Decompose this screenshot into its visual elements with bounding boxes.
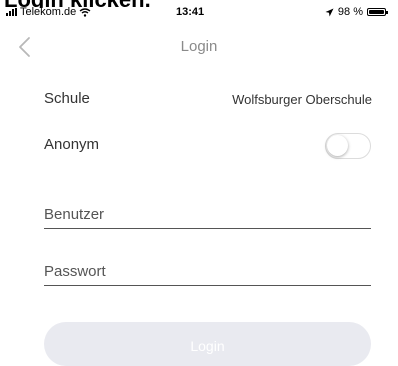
school-value[interactable]: Wolfsburger Oberschule [232,92,372,107]
anonymous-label: Anonym [44,136,100,153]
wifi-icon [79,7,91,17]
username-field[interactable] [44,202,371,229]
anonymous-toggle[interactable] [325,133,371,159]
status-bar: Telekom.de 13:41 98 % [0,4,398,22]
page-title: Login [180,38,218,55]
nav-bar: Login [0,30,398,64]
toggle-knob [327,135,348,156]
carrier-label: Telekom.de [20,6,77,18]
battery-fill [369,10,384,14]
location-arrow-icon [325,8,334,16]
login-button[interactable]: Login [44,322,371,366]
password-field[interactable] [44,259,371,286]
password-input[interactable] [44,259,371,280]
clock: 13:41 [176,6,205,18]
username-input[interactable] [44,202,371,223]
battery-icon [367,8,388,16]
battery-percent: 98 % [337,6,363,18]
school-label: Schule [44,90,90,107]
status-right: 98 % [325,6,388,18]
status-left: Telekom.de [6,6,91,18]
signal-icon [6,8,17,16]
